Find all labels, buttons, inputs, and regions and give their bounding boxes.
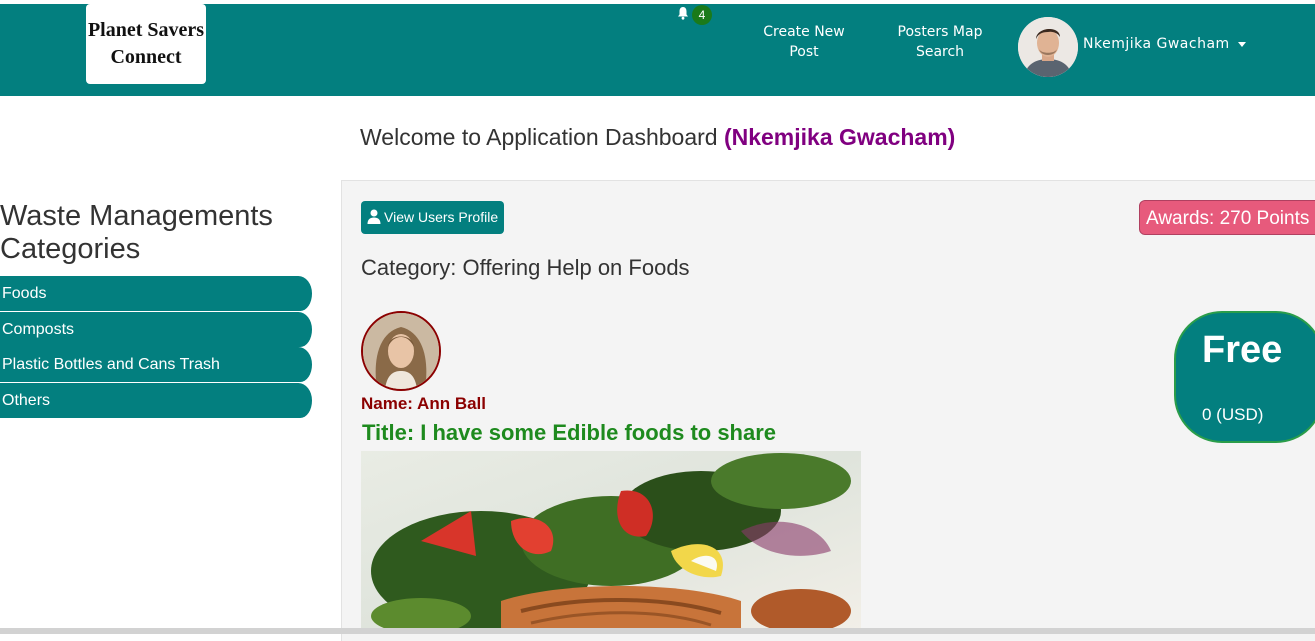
category-item-composts[interactable]: Composts — [0, 311, 312, 347]
price-usd: 0 (USD) — [1202, 405, 1264, 424]
brand-logo[interactable]: Planet Savers Connect — [86, 4, 206, 84]
notification-count-badge[interactable]: 4 — [692, 5, 712, 25]
create-post-link[interactable]: Create New Post — [748, 22, 860, 62]
view-users-profile-label: View Users Profile — [384, 209, 499, 225]
post-title: Title: I have some Edible foods to share — [362, 420, 777, 445]
category-heading: Category: Offering Help on Foods — [361, 255, 690, 280]
sidebar-heading-line-1: Waste Managements — [0, 200, 273, 232]
view-users-profile-button[interactable]: View Users Profile — [361, 201, 504, 234]
user-avatar[interactable] — [1018, 17, 1078, 77]
user-menu[interactable]: Nkemjika Gwacham — [1083, 36, 1246, 52]
poster-name: Name: Ann Ball — [361, 394, 487, 413]
category-list: Foods Composts Plastic Bottles and Cans … — [0, 276, 312, 418]
category-item-others[interactable]: Others — [0, 382, 312, 418]
awards-badge: Awards: 270 Points — [1139, 200, 1315, 235]
category-item-plastic-bottles[interactable]: Plastic Bottles and Cans Trash — [0, 347, 312, 382]
welcome-heading: Welcome to Application Dashboard (Nkemji… — [360, 124, 955, 151]
bell-icon[interactable] — [676, 6, 690, 20]
brand-line-1: Planet Savers — [87, 19, 205, 41]
price-label: Free — [1202, 329, 1283, 371]
brand-line-2: Connect — [110, 46, 182, 68]
caret-down-icon — [1237, 41, 1246, 47]
post-food-image — [361, 451, 861, 631]
posters-map-line-2: Search — [915, 44, 965, 60]
price-badge: Free 0 (USD) — [1174, 311, 1315, 443]
welcome-user-name: (Nkemjika Gwacham) — [723, 124, 956, 150]
poster-avatar[interactable] — [361, 311, 441, 391]
sidebar-heading-line-2: Categories — [0, 233, 141, 265]
user-name-label: Nkemjika Gwacham — [1083, 36, 1230, 52]
welcome-text: Welcome to Application Dashboard — [360, 124, 718, 150]
posters-map-search-link[interactable]: Posters Map Search — [890, 22, 990, 62]
posters-map-line-1: Posters Map — [897, 24, 983, 40]
user-icon — [367, 209, 381, 224]
category-item-foods[interactable]: Foods — [0, 276, 312, 311]
sidebar-heading: Waste Managements Categories — [0, 200, 273, 266]
horizontal-scrollbar[interactable] — [0, 628, 1315, 634]
